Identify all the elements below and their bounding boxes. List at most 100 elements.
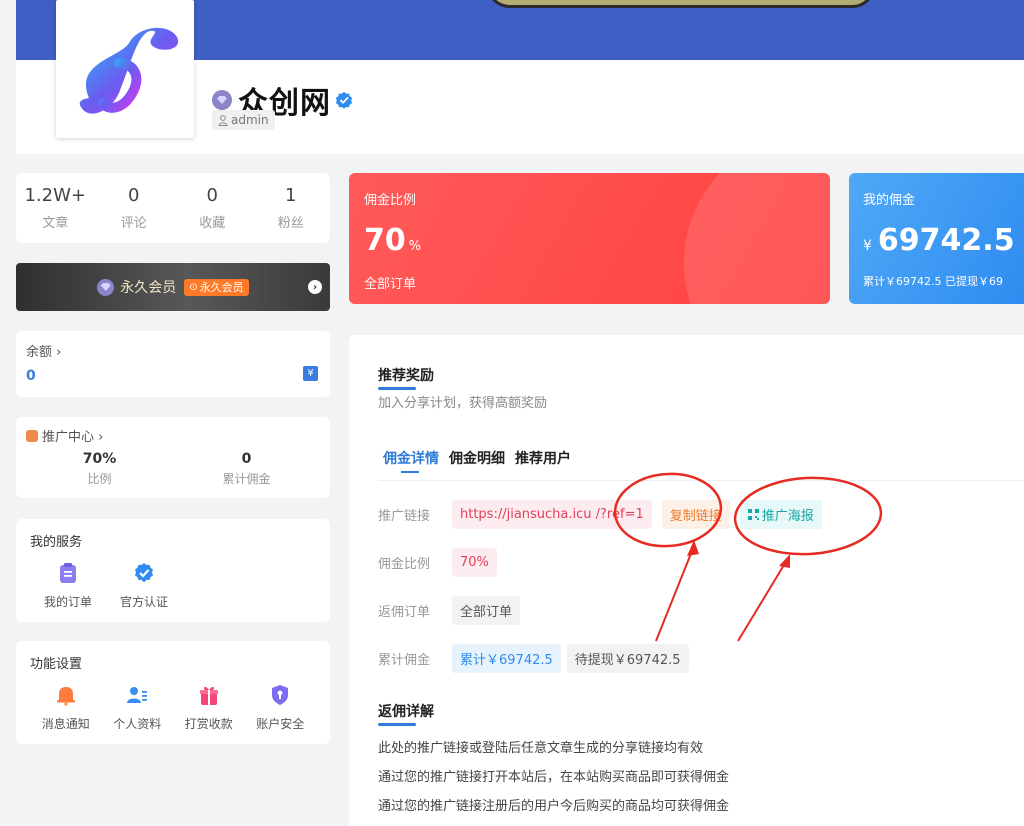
profile-header: 众创网 admin — [16, 0, 1024, 154]
username-tag: admin — [212, 110, 275, 130]
tab-commission-records[interactable]: 佣金明细 — [449, 448, 505, 468]
settings-title: 功能设置 — [30, 657, 83, 672]
rate-card-value: 70% — [364, 223, 421, 258]
promo-poster-label: 推广海报 — [761, 509, 814, 524]
commission-rate-card: 佣金比例 70% 全部订单 — [349, 173, 830, 304]
vip-bar[interactable]: 永久会员 ⊙ 永久会员 › — [16, 263, 330, 311]
user-stats: 1.2W+ 文章 0 评论 0 收藏 1 粉丝 — [16, 173, 330, 243]
order-chip: 全部订单 — [452, 596, 521, 625]
setting-rewards[interactable]: 打赏收款 — [173, 684, 245, 732]
stat-articles[interactable]: 1.2W+ 文章 — [16, 173, 95, 243]
clipboard-icon — [60, 563, 76, 583]
gift-icon — [199, 686, 218, 705]
service-my-orders[interactable]: 我的订单 — [30, 562, 106, 610]
banner-decoration — [486, 0, 876, 8]
promo-total: 0 累计佣金 — [173, 451, 320, 487]
stat-favorites[interactable]: 0 收藏 — [173, 173, 252, 243]
rate-number: 70 — [364, 223, 406, 258]
balance-card[interactable]: 余额 › 0 ¥ — [16, 331, 330, 397]
detail-line: 通过您的推广链接打开本站后，在本站购买商品即可获得佣金 — [378, 770, 730, 785]
setting-notifications[interactable]: 消息通知 — [30, 684, 102, 732]
promo-rate-label: 比例 — [87, 472, 112, 486]
section-subtitle: 加入分享计划，获得高额奖励 — [378, 396, 548, 411]
promo-title[interactable]: 推广中心 › — [26, 426, 320, 445]
pending-chip: 待提现￥69742.5 — [566, 644, 689, 673]
balance-title[interactable]: 余额 › — [26, 341, 320, 360]
stat-value: 1.2W+ — [24, 185, 86, 206]
services-title: 我的服务 — [30, 535, 83, 550]
stat-label: 文章 — [42, 216, 69, 231]
commission-number: 69742.5 — [877, 223, 1015, 258]
vip-badge: ⊙ 永久会员 — [184, 278, 249, 296]
stat-value: 0 — [128, 185, 140, 206]
setting-label: 打赏收款 — [184, 717, 233, 731]
stat-label: 收藏 — [199, 216, 226, 231]
referral-panel: 推荐奖励 加入分享计划，获得高额奖励 佣金详情 佣金明细 推荐用户 推广链接 h… — [349, 335, 1024, 826]
setting-security[interactable]: 账户安全 — [245, 684, 317, 732]
tab-commission-details[interactable]: 佣金详情 — [383, 448, 439, 473]
row-label: 累计佣金 — [378, 653, 431, 668]
function-settings-card: 功能设置 消息通知 个人资料 打赏收款 账户安全 — [16, 641, 330, 744]
verified-badge-icon — [335, 91, 353, 109]
my-services-card: 我的服务 我的订单 官方认证 — [16, 519, 330, 622]
promo-title-label: 推广中心 › — [42, 430, 104, 445]
detail-line: 通过您的推广链接注册后的用户今后购买的商品均可获得佣金 — [378, 799, 730, 814]
detail-title: 返佣详解 — [378, 701, 434, 726]
promo-rate-value: 70% — [82, 451, 117, 467]
user-card-icon — [127, 687, 148, 703]
bell-icon — [56, 687, 75, 706]
copy-link-button[interactable]: 复制链接 — [661, 500, 730, 529]
username: admin — [231, 113, 269, 127]
vip-badge-label: 永久会员 — [199, 281, 244, 294]
stat-value: 0 — [206, 185, 218, 206]
tab-referred-users[interactable]: 推荐用户 — [515, 448, 571, 468]
promo-total-label: 累计佣金 — [222, 472, 271, 486]
detail-line: 此处的推广链接或登陆后任意文章生成的分享链接均有效 — [378, 741, 704, 756]
setting-label: 账户安全 — [256, 717, 305, 731]
setting-label: 消息通知 — [41, 717, 90, 731]
row-label: 返佣订单 — [378, 605, 431, 620]
rate-card-footer: 全部订单 — [364, 277, 417, 292]
vip-label: 永久会员 — [120, 280, 177, 296]
stat-label: 评论 — [120, 216, 147, 231]
avatar[interactable] — [56, 0, 194, 138]
diamond-icon — [212, 90, 232, 110]
promo-rate: 70% 比例 — [26, 451, 173, 487]
row-label: 佣金比例 — [378, 557, 431, 572]
rebate-order-row: 返佣订单 全部订单 — [378, 596, 530, 625]
total-commission-row: 累计佣金 累计￥69742.5 待提现￥69742.5 — [378, 644, 699, 673]
site-logo-icon — [79, 27, 179, 114]
setting-profile[interactable]: 个人资料 — [102, 684, 174, 732]
gear-icon: ⊙ — [189, 281, 198, 293]
currency-symbol: ¥ — [863, 238, 872, 254]
stat-followers[interactable]: 1 粉丝 — [252, 173, 331, 243]
promo-center-card[interactable]: 推广中心 › 70% 比例 0 累计佣金 — [16, 417, 330, 498]
divider — [378, 480, 1024, 481]
commission-card-title: 我的佣金 — [863, 193, 916, 208]
qr-code-icon — [747, 509, 759, 520]
commission-tabs: 佣金详情 佣金明细 推荐用户 — [383, 448, 571, 473]
rate-unit: % — [408, 239, 422, 254]
user-icon — [218, 114, 228, 126]
promo-total-value: 0 — [241, 451, 252, 467]
referral-link-row: 推广链接 https://jiansucha.icu /?ref=1 复制链接 … — [378, 500, 832, 529]
yen-card-icon[interactable]: ¥ — [303, 366, 318, 381]
service-official-verify[interactable]: 官方认证 — [106, 562, 182, 610]
card-decoration — [684, 173, 830, 304]
commission-rate-row: 佣金比例 70% — [378, 548, 507, 577]
commission-card-value: ¥69742.5 — [863, 223, 1015, 258]
rate-card-title: 佣金比例 — [364, 193, 417, 208]
service-label: 我的订单 — [43, 595, 92, 609]
total-chip: 累计￥69742.5 — [452, 644, 561, 673]
promo-poster-button[interactable]: 推广海报 — [739, 500, 822, 529]
chevron-right-icon[interactable]: › — [308, 280, 322, 294]
stat-value: 1 — [285, 185, 297, 206]
commission-card-footer: 累计￥69742.5 已提现￥69 — [863, 275, 1003, 288]
referral-link[interactable]: https://jiansucha.icu /?ref=1 — [452, 500, 652, 529]
stat-label: 粉丝 — [277, 216, 304, 231]
setting-label: 个人资料 — [113, 717, 162, 731]
section-title: 推荐奖励 — [378, 365, 434, 390]
stat-comments[interactable]: 0 评论 — [95, 173, 174, 243]
row-label: 推广链接 — [378, 509, 431, 524]
diamond-icon — [97, 278, 115, 296]
